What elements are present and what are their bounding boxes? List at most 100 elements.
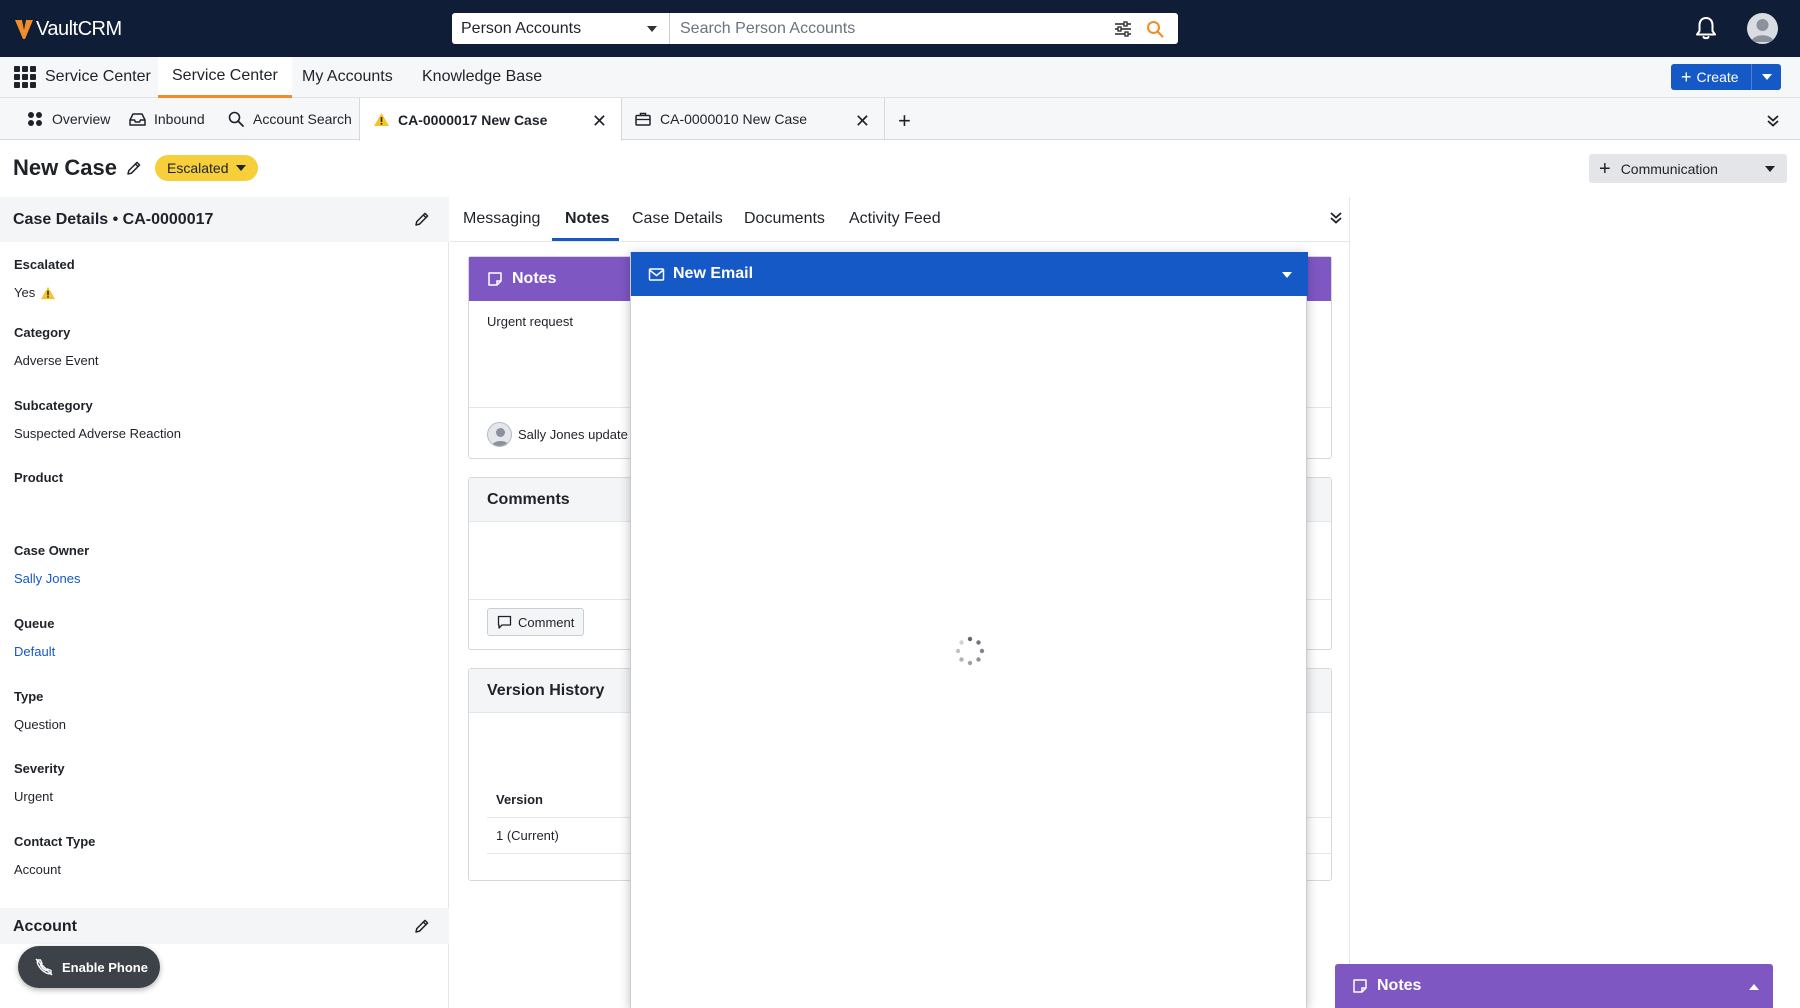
new-email-title: New Email [673,265,754,282]
field-queue: Queue Default [14,616,55,659]
field-escalated: Escalated Yes [14,257,75,300]
field-label: Queue [14,616,55,631]
search-icon[interactable] [1146,13,1166,44]
chevron-up-icon[interactable] [1749,984,1759,990]
nav-tab-knowledge-base[interactable]: Knowledge Base [408,57,556,97]
case-owner-link[interactable]: Sally Jones [14,571,89,586]
add-tab-icon[interactable]: + [898,108,911,134]
comment-icon [497,615,512,629]
tab-notes[interactable]: Notes [565,210,609,228]
field-label: Category [14,325,71,340]
search-input[interactable] [670,13,1114,44]
top-bar: VaultCRM Person Accounts [0,0,1800,57]
app-nav: Service Center Service Center My Account… [0,57,1800,98]
field-value: Question [14,717,67,732]
status-badge[interactable]: Escalated [155,155,259,181]
app-name: Service Center [45,68,151,85]
field-type: Type Question [14,689,66,732]
user-icon [1751,19,1774,42]
center-tabs: Messaging Notes Case Details Documents A… [450,197,1350,242]
field-value: Yes [14,285,75,300]
version-column-header: Version [496,792,543,807]
tab-account-search[interactable]: Account Search [227,98,352,140]
tab-ca-0000017[interactable]: CA-0000017 New Case ✕ [359,98,622,141]
chevron-down-icon [647,26,657,32]
chevron-down-icon [1765,166,1775,172]
tab-ca-0000010[interactable]: CA-0000010 New Case ✕ [622,98,885,140]
nav-tab-label: My Accounts [302,68,393,85]
tab-label: CA-0000010 New Case [660,111,808,127]
plus-icon: + [1681,67,1692,87]
active-tab-indicator [552,238,619,241]
user-avatar[interactable] [1747,13,1778,44]
note-author: Sally Jones update [487,422,628,447]
double-chevron-down-icon[interactable] [1329,211,1343,225]
nav-tab-service-center[interactable]: Service Center [158,57,292,98]
create-button[interactable]: + Create [1671,64,1781,90]
close-icon[interactable]: ✕ [855,111,870,132]
tab-label: Account Search [253,111,352,127]
field-label: Escalated [14,257,75,272]
pencil-icon[interactable] [414,918,430,934]
pencil-icon[interactable] [126,160,142,176]
notes-card-title: Notes [512,270,557,287]
case-details-title: Case Details • CA-0000017 [13,211,214,228]
global-search: Person Accounts [452,13,1178,44]
page-title: New Case [13,155,117,180]
new-email-panel: New Email [630,252,1308,1008]
chevron-down-icon[interactable] [1282,272,1292,278]
comment-button[interactable]: Comment [487,608,585,636]
create-label: Create [1696,69,1739,85]
field-label: Product [14,470,64,485]
version-history-title: Version History [487,681,605,699]
double-chevron-down-icon[interactable] [1766,114,1780,128]
app-launcher-icon[interactable] [14,66,36,88]
field-product: Product [14,470,63,498]
field-value: Suspected Adverse Reaction [14,426,181,441]
tab-inbound[interactable]: Inbound [128,98,205,140]
tab-case-details[interactable]: Case Details [632,210,723,228]
nav-tab-label: Service Center [172,67,278,84]
field-value: Urgent [14,789,54,804]
search-scope-select[interactable]: Person Accounts [452,13,670,44]
pencil-icon[interactable] [414,211,430,227]
chevron-down-icon [1761,74,1772,80]
envelope-icon [648,267,665,281]
nav-tab-my-accounts[interactable]: My Accounts [288,57,407,97]
version-cell: 1 (Current) [496,828,559,843]
warning-icon [372,111,390,129]
close-icon[interactable]: ✕ [592,111,607,132]
enable-phone-label: Enable Phone [62,959,148,975]
tab-messaging[interactable]: Messaging [463,210,540,228]
filter-sliders-icon[interactable] [1114,13,1132,44]
logo-text: VaultCRM [36,17,122,40]
note-icon [1353,979,1367,993]
queue-link[interactable]: Default [14,644,55,659]
tab-overview[interactable]: Overview [26,98,110,140]
chevron-down-icon [236,165,247,171]
case-details-header: Case Details • CA-0000017 [0,197,449,242]
status-label: Escalated [167,160,229,176]
phone-off-icon [35,958,53,976]
tab-documents[interactable]: Documents [744,210,825,228]
field-label: Contact Type [14,834,96,849]
new-email-header[interactable]: New Email [631,252,1308,296]
field-label: Severity [14,761,65,776]
field-value: Account [14,862,61,877]
bell-icon[interactable] [1694,15,1718,41]
tab-activity-feed[interactable]: Activity Feed [849,210,941,228]
enable-phone-button[interactable]: Enable Phone [18,946,160,988]
account-title: Account [13,918,77,935]
vault-crm-logo[interactable]: VaultCRM [14,16,122,42]
briefcase-icon [634,110,652,128]
create-main[interactable]: + Create [1671,64,1751,90]
field-label: Subcategory [14,398,93,413]
notes-floating-panel[interactable]: Notes [1335,964,1773,1008]
note-icon [488,272,502,286]
note-text: Urgent request [487,314,573,329]
field-value: Adverse Event [14,353,99,368]
create-dropdown[interactable] [1751,64,1781,90]
communication-button[interactable]: + Communication [1589,154,1787,183]
communication-label: Communication [1620,160,1718,177]
grid-icon [26,110,44,128]
